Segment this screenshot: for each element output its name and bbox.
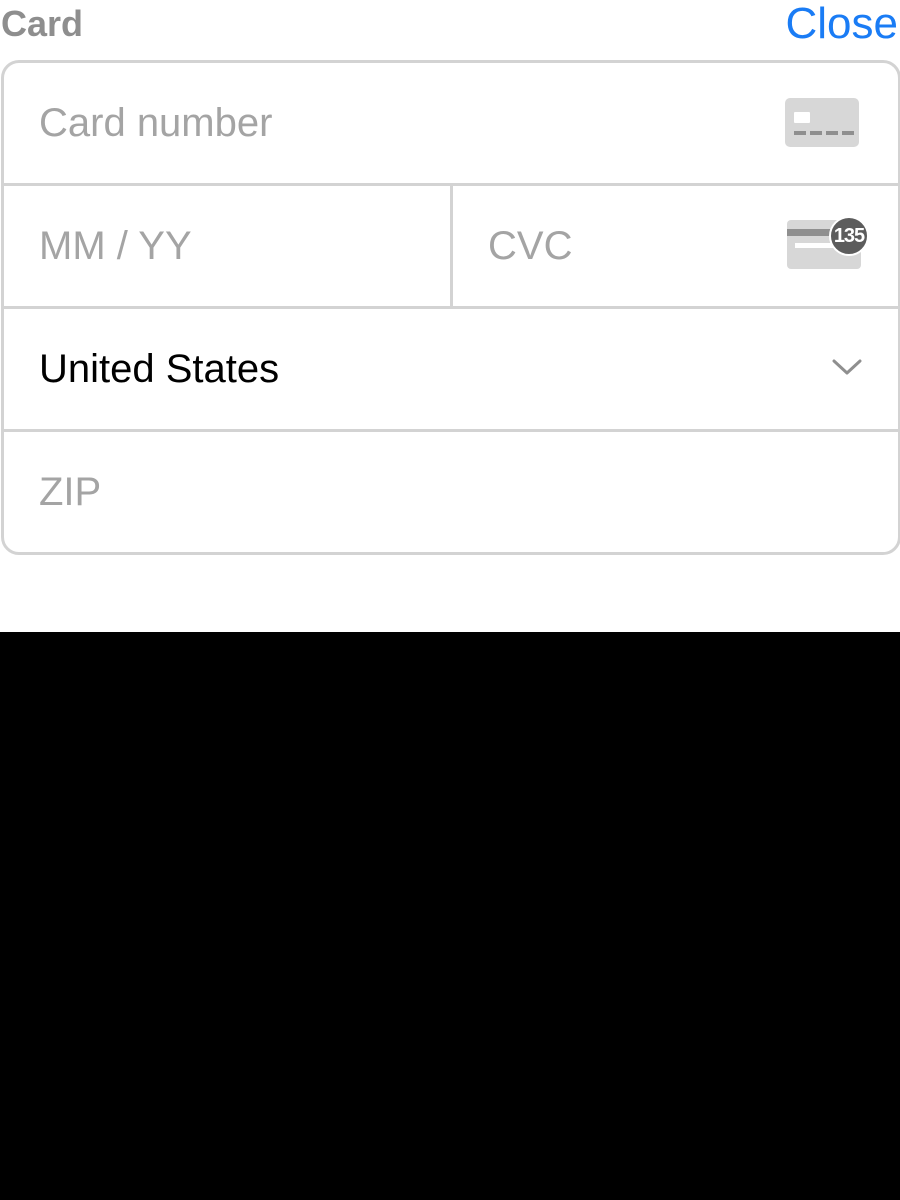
card-entry-sheet: Card Close Card number MM / YY CVC 135 U…	[0, 0, 900, 632]
card-chip	[794, 112, 810, 123]
cvc-field[interactable]: CVC 135	[453, 186, 898, 306]
credit-card-icon	[785, 98, 859, 147]
expiry-cvc-row: MM / YY CVC 135	[4, 186, 898, 309]
expiry-field[interactable]: MM / YY	[4, 186, 453, 306]
expiry-placeholder: MM / YY	[39, 224, 192, 268]
chevron-down-icon	[832, 359, 862, 375]
country-select[interactable]: United States	[4, 309, 898, 432]
cvc-placeholder: CVC	[488, 224, 573, 268]
card-number-field[interactable]: Card number	[4, 63, 898, 186]
page-title: Card	[1, 3, 84, 44]
card-number-placeholder: Card number	[39, 101, 273, 145]
close-button[interactable]: Close	[786, 0, 899, 48]
country-value: United States	[39, 347, 280, 391]
zip-field[interactable]: ZIP	[4, 432, 898, 552]
card-form: Card number MM / YY CVC 135 United State…	[1, 60, 900, 555]
screen: Card Close Card number MM / YY CVC 135 U…	[0, 0, 900, 1200]
cvc-card-icon: 135	[787, 216, 869, 269]
header: Card Close	[0, 0, 900, 52]
zip-placeholder: ZIP	[39, 470, 102, 514]
cvc-badge: 135	[829, 216, 869, 256]
